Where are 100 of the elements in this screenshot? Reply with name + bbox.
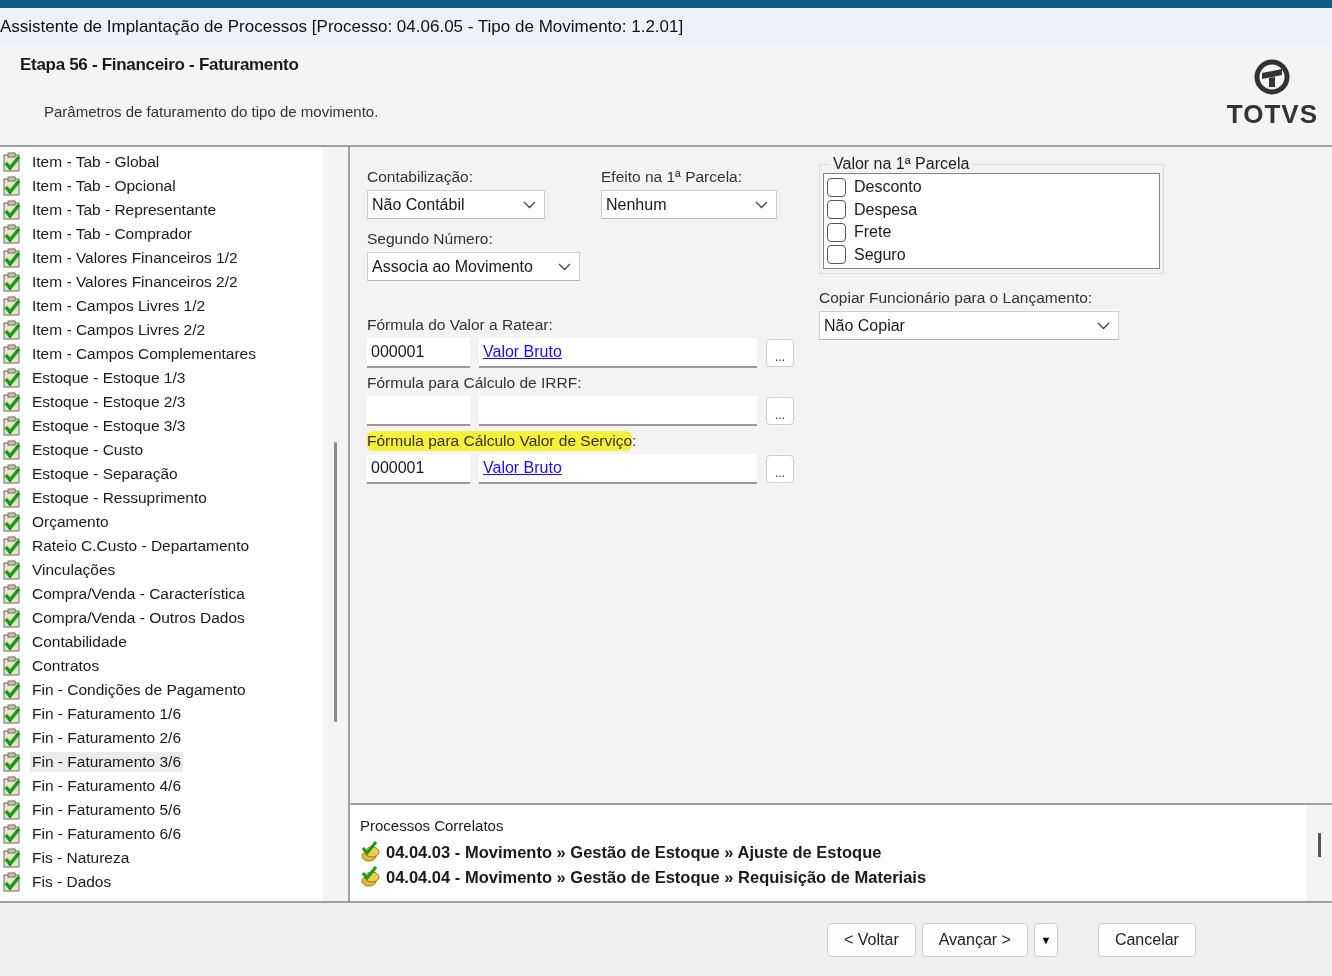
dropdown[interactable]: Não Copiar xyxy=(819,311,1119,340)
code-field[interactable]: 000001 xyxy=(367,454,470,484)
clipboard-check-icon xyxy=(2,752,22,772)
browse-button[interactable]: ... xyxy=(766,339,794,367)
clipboard-check-icon xyxy=(2,536,22,556)
step-list-item[interactable]: Fis - Dados xyxy=(30,872,114,892)
step-description: Parâmetros de faturamento do tipo de movimento. xyxy=(44,103,379,120)
clipboard-check-icon xyxy=(2,656,22,676)
browse-button[interactable]: ... xyxy=(766,397,794,425)
wizard-button[interactable]: < Voltar xyxy=(827,922,916,957)
field-label: Copiar Funcionário para o Lançamento: xyxy=(819,288,1094,308)
step-list-item[interactable]: Rateio C.Custo - Departamento xyxy=(30,536,252,556)
code-field[interactable]: 000001 xyxy=(367,338,470,368)
formula-link[interactable]: Valor Bruto xyxy=(483,343,562,361)
group-title: Valor na 1ª Parcela xyxy=(832,155,971,173)
description-field[interactable]: Valor Bruto xyxy=(479,338,757,368)
wizard-button[interactable]: Avançar > xyxy=(921,922,1028,957)
clipboard-check-icon xyxy=(2,704,22,724)
dropdown-arrow-button[interactable]: ▼ xyxy=(1033,922,1058,957)
step-list-item[interactable]: Item - Tab - Global xyxy=(30,152,162,172)
checkbox[interactable] xyxy=(827,222,846,242)
clipboard-check-icon xyxy=(2,632,22,652)
clipboard-check-icon xyxy=(2,776,22,796)
chevron-down-icon xyxy=(523,200,536,209)
step-list-item[interactable]: Estoque - Separação xyxy=(30,464,180,484)
step-list-item[interactable]: Fin - Faturamento 4/6 xyxy=(30,776,184,796)
chevron-down-icon xyxy=(755,200,768,209)
related-process-link[interactable]: 04.04.03 - Movimento » Gestão de Estoque » Ajuste de Estoque xyxy=(386,842,882,862)
scrollbar[interactable] xyxy=(323,147,348,901)
clipboard-check-icon xyxy=(2,176,22,196)
step-list-item[interactable]: Estoque - Ressuprimento xyxy=(30,488,209,508)
dropdown[interactable]: Nenhum xyxy=(601,190,777,219)
panel-title: Processos Correlatos xyxy=(360,817,505,834)
step-list-item[interactable]: Fin - Faturamento 2/6 xyxy=(30,728,184,748)
step-list-item[interactable]: Estoque - Estoque 3/3 xyxy=(30,416,188,436)
step-title: Etapa 56 - Financeiro - Faturamento xyxy=(20,55,300,75)
step-list-item[interactable]: Fin - Faturamento 3/6 xyxy=(30,752,184,772)
code-field[interactable] xyxy=(367,396,470,426)
step-list-item[interactable]: Contratos xyxy=(30,656,102,676)
chevron-down-icon xyxy=(1097,321,1110,330)
window-title: Assistente de Implantação de Processos [Processo: 04.06.05 - Tipo de Movimento: 1.2.01] xyxy=(0,16,684,37)
step-list-item[interactable]: Fin - Faturamento 5/6 xyxy=(30,800,184,820)
coins-check-icon xyxy=(360,841,382,863)
checkbox-label: Desconto xyxy=(854,178,922,197)
label-colon: : xyxy=(632,431,637,451)
formula-link[interactable]: Valor Bruto xyxy=(483,459,562,477)
related-process-link[interactable]: 04.04.04 - Movimento » Gestão de Estoque » Requisição de Materiais xyxy=(386,867,927,887)
clipboard-check-icon xyxy=(2,800,22,820)
step-list-item[interactable]: Fin - Faturamento 1/6 xyxy=(30,704,184,724)
browse-button[interactable]: ... xyxy=(766,455,794,483)
wizard-button[interactable]: Cancelar xyxy=(1097,922,1196,957)
description-field[interactable]: Valor Bruto xyxy=(479,454,757,484)
chevron-down-icon xyxy=(558,262,571,271)
step-list-item[interactable]: Contabilidade xyxy=(30,632,129,652)
logo-icon xyxy=(1254,59,1291,95)
step-list-item[interactable]: Compra/Venda - Outros Dados xyxy=(30,608,247,628)
logo-text: TOTVS xyxy=(1226,99,1318,130)
coins-check-icon xyxy=(360,866,382,888)
step-list-item[interactable]: Estoque - Custo xyxy=(30,440,146,460)
clipboard-check-icon xyxy=(2,824,22,844)
step-list-item[interactable]: Item - Valores Financeiros 2/2 xyxy=(30,272,240,292)
checkbox[interactable] xyxy=(827,177,846,197)
step-list-item[interactable]: Estoque - Estoque 2/3 xyxy=(30,392,188,412)
clipboard-check-icon xyxy=(2,488,22,508)
field-label: Segundo Número: xyxy=(367,229,494,249)
clipboard-check-icon xyxy=(2,344,22,364)
checkbox[interactable] xyxy=(827,245,846,265)
dropdown[interactable]: Não Contábil xyxy=(367,190,545,219)
step-list-item[interactable]: Fis - Natureza xyxy=(30,848,132,868)
clipboard-check-icon xyxy=(2,248,22,268)
scrollbar[interactable] xyxy=(1306,805,1332,901)
field-label: Fórmula do Valor a Ratear: xyxy=(367,315,553,335)
step-list-item[interactable]: Item - Campos Livres 2/2 xyxy=(30,320,208,340)
clipboard-check-icon xyxy=(2,560,22,580)
step-list-item[interactable]: Item - Tab - Opcional xyxy=(30,176,178,196)
clipboard-check-icon xyxy=(2,848,22,868)
step-list-item[interactable]: Item - Campos Livres 1/2 xyxy=(30,296,208,316)
description-field[interactable] xyxy=(479,396,757,426)
step-list-item[interactable]: Vinculações xyxy=(30,560,118,580)
clipboard-check-icon xyxy=(2,464,22,484)
clipboard-check-icon xyxy=(2,872,22,892)
step-list-item[interactable]: Estoque - Estoque 1/3 xyxy=(30,368,188,388)
dropdown[interactable]: Associa ao Movimento xyxy=(367,252,580,281)
step-list-item[interactable]: Item - Tab - Representante xyxy=(30,200,219,220)
step-list-item[interactable]: Item - Tab - Comprador xyxy=(30,224,194,244)
step-list-item[interactable]: Orçamento xyxy=(30,512,111,532)
clipboard-check-icon xyxy=(2,392,22,412)
step-list-item[interactable]: Compra/Venda - Característica xyxy=(30,584,247,604)
checkbox-label: Despesa xyxy=(854,200,918,219)
field-label: Efeito na 1ª Parcela: xyxy=(601,167,743,187)
clipboard-check-icon xyxy=(2,416,22,436)
field-label: Fórmula para Cálculo de IRRF: xyxy=(367,373,582,393)
step-list-item[interactable]: Fin - Condições de Pagamento xyxy=(30,680,248,700)
checkbox-label: Seguro xyxy=(854,245,906,264)
clipboard-check-icon xyxy=(2,272,22,292)
checkbox[interactable] xyxy=(827,200,846,220)
step-list-item[interactable]: Item - Valores Financeiros 1/2 xyxy=(30,248,240,268)
checkbox-label: Frete xyxy=(854,223,892,242)
step-list-item[interactable]: Item - Campos Complementares xyxy=(30,344,258,364)
step-list-item[interactable]: Fin - Faturamento 6/6 xyxy=(30,824,184,844)
